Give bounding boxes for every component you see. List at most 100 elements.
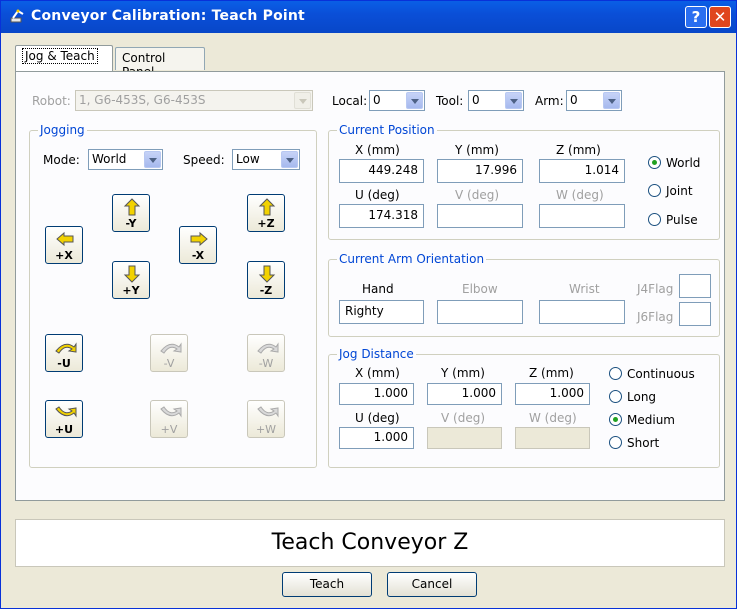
cancel-button[interactable]: Cancel [387,572,477,597]
jog-minus-u-button[interactable]: -U [45,334,83,372]
dist-u-input[interactable]: 1.000 [339,427,414,449]
medium-radio[interactable]: Medium [609,413,675,427]
radio-icon [609,436,622,449]
dist-w-input [515,427,590,449]
close-button[interactable]: ✕ [709,6,731,28]
jogging-group: Jogging Mode: World Speed: Low +X -Y +Y [29,123,317,468]
joint-radio[interactable]: Joint [648,184,693,198]
arm-orientation-legend: Current Arm Orientation [337,252,487,266]
dist-z-input[interactable]: 1.000 [515,383,590,405]
pos-u-label: U (deg) [355,188,400,202]
arm-select[interactable]: 0 [566,90,622,111]
mode-label: Mode: [43,153,80,167]
dist-x-input[interactable]: 1.000 [339,383,414,405]
arrow-down-icon [123,265,141,283]
teach-button[interactable]: Teach [282,572,372,597]
jog-minus-x-button[interactable]: -X [179,226,217,264]
arrow-up-icon [258,198,276,216]
arm-label: Arm: [535,94,564,108]
j6flag-value [679,302,711,326]
rotate-cw-icon [160,406,182,418]
pos-x-value: 449.248 [339,159,424,183]
jog-distance-legend: Jog Distance [337,347,416,361]
wrist-value [539,300,625,324]
mode-select[interactable]: World [88,149,163,170]
arrow-left-icon [56,231,74,247]
jog-plus-z-button[interactable]: +Z [247,194,285,232]
local-select[interactable]: 0 [369,90,425,111]
radio-selected-icon [648,156,661,169]
pos-w-value [539,204,625,228]
speed-select[interactable]: Low [232,149,300,170]
jog-distance-group: Jog Distance X (mm) Y (mm) Z (mm) 1.000 … [328,347,720,468]
chevron-down-icon [603,92,620,109]
dist-y-input[interactable]: 1.000 [427,383,502,405]
chevron-down-icon [281,151,298,168]
pos-v-label: V (deg) [455,188,500,202]
rotate-ccw-icon [257,342,279,354]
dist-w-label: W (deg) [529,411,577,425]
pos-w-label: W (deg) [556,188,604,202]
pos-v-value [437,204,523,228]
radio-selected-icon [609,413,622,426]
rotate-cw-icon [257,406,279,418]
dist-u-label: U (deg) [355,411,400,425]
help-button[interactable]: ? [685,6,707,28]
jog-minus-v-button: -V [150,334,188,372]
jog-plus-u-button[interactable]: +U [45,400,83,438]
pos-z-value: 1.014 [539,159,625,183]
speed-label: Speed: [183,153,225,167]
jog-minus-y-button[interactable]: -Y [112,194,150,232]
jog-minus-z-button[interactable]: -Z [247,261,285,299]
jog-plus-w-button: +W [247,400,285,438]
robot-select: 1, G6-453S, G6-453S [75,90,313,111]
local-label: Local: [332,94,368,108]
window-title: Conveyor Calibration: Teach Point [31,8,305,24]
jog-plus-x-button[interactable]: +X [45,226,83,264]
tool-label: Tool: [436,94,464,108]
jog-plus-v-button: +V [150,400,188,438]
chevron-down-icon [294,92,311,109]
radio-icon [609,367,622,380]
elbow-value [437,300,523,324]
rotate-ccw-icon [160,342,182,354]
dist-z-label: Z (mm) [529,366,574,380]
radio-icon [609,390,622,403]
dist-v-input [427,427,502,449]
arrow-up-icon [123,198,141,216]
wrist-label: Wrist [569,282,600,296]
short-radio[interactable]: Short [609,436,659,450]
chevron-down-icon [144,151,161,168]
jogging-legend: Jogging [38,123,87,137]
world-radio[interactable]: World [648,156,700,170]
pos-u-value: 174.318 [339,204,424,228]
robot-label: Robot: [32,94,71,108]
title-bar: Conveyor Calibration: Teach Point ? ✕ [1,1,736,33]
pos-y-label: Y (mm) [455,143,499,157]
rotate-cw-icon [55,406,77,418]
pulse-radio[interactable]: Pulse [648,213,698,227]
hand-label: Hand [362,282,394,296]
hand-value: Righty [339,300,424,324]
tool-select[interactable]: 0 [468,90,524,111]
tab-jog-teach[interactable]: Jog & Teach [15,45,113,71]
pos-z-label: Z (mm) [556,143,601,157]
dist-y-label: Y (mm) [441,366,485,380]
chevron-down-icon [406,92,423,109]
rotate-ccw-icon [55,342,77,354]
jog-minus-w-button: -W [247,334,285,372]
pos-x-label: X (mm) [355,143,400,157]
pos-y-value: 17.996 [437,159,523,183]
dist-v-label: V (deg) [441,411,486,425]
j4flag-label: J4Flag [637,282,674,296]
j4flag-value [679,274,711,298]
tab-control-panel[interactable]: Control Panel [115,47,205,79]
long-radio[interactable]: Long [609,390,656,404]
jog-plus-y-button[interactable]: +Y [112,261,150,299]
radio-icon [648,213,661,226]
arm-orientation-group: Current Arm Orientation Hand Elbow Wrist… [328,252,720,337]
j6flag-label: J6Flag [637,310,674,324]
arrow-right-icon [190,231,208,247]
continuous-radio[interactable]: Continuous [609,367,695,381]
elbow-label: Elbow [462,282,498,296]
